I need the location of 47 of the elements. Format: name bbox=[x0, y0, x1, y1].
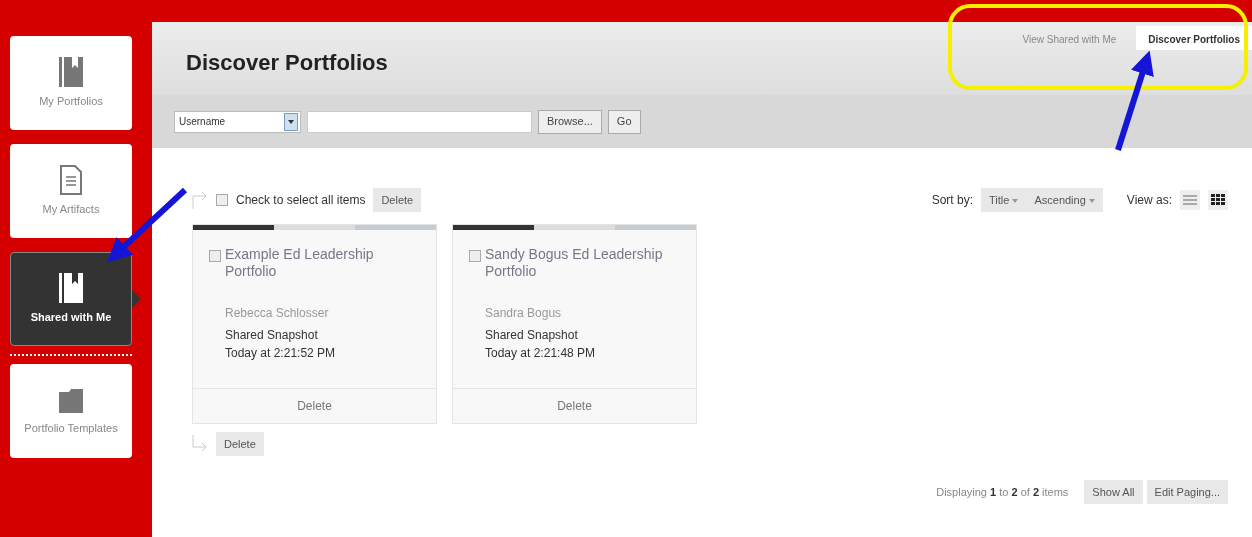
delete-button[interactable]: Delete bbox=[373, 188, 422, 212]
share-type: Shared Snapshot bbox=[225, 326, 319, 344]
sort-dropdown[interactable]: Title bbox=[981, 188, 1027, 212]
owner-name: Sandra Bogus bbox=[485, 304, 563, 322]
view-list-button[interactable] bbox=[1180, 190, 1200, 210]
document-icon bbox=[60, 165, 82, 196]
delete-button[interactable]: Delete bbox=[193, 388, 436, 423]
folder-icon bbox=[57, 386, 85, 415]
checkbox[interactable] bbox=[209, 250, 221, 262]
sidebar-item[interactable]: Portfolio Templates bbox=[10, 364, 132, 458]
page-title: Discover Portfolios bbox=[186, 49, 388, 77]
caret-icon bbox=[1088, 198, 1095, 203]
checkbox[interactable] bbox=[216, 194, 228, 206]
toolbar-button[interactable]: Browse... bbox=[538, 109, 602, 134]
connector-icon bbox=[192, 435, 208, 453]
share-type: Shared Snapshot bbox=[485, 326, 579, 344]
share-time: Today at 2:21:48 PM bbox=[485, 344, 597, 362]
view-label: View as: bbox=[1126, 192, 1172, 209]
toolbar-button[interactable]: Go bbox=[607, 109, 641, 134]
selection-pointer bbox=[132, 290, 141, 308]
book-icon bbox=[59, 273, 83, 304]
grid-icon bbox=[1210, 194, 1226, 206]
caret-icon bbox=[1012, 198, 1019, 203]
sidebar-item[interactable]: Shared with Me bbox=[10, 252, 132, 346]
view-grid-button[interactable] bbox=[1208, 190, 1228, 210]
connector-icon bbox=[192, 191, 208, 209]
share-time: Today at 2:21:52 PM bbox=[225, 344, 337, 362]
delete-button[interactable]: Delete bbox=[453, 388, 696, 423]
checkbox[interactable] bbox=[469, 250, 481, 262]
caret-icon bbox=[288, 119, 294, 124]
portfolio-title-link[interactable]: Sandy Bogus Ed Leadership Portfolio bbox=[485, 246, 680, 280]
select-all-label: Check to select all items bbox=[236, 192, 366, 209]
sidebar-item[interactable]: My Artifacts bbox=[10, 144, 132, 238]
paging-button[interactable]: Edit Paging... bbox=[1146, 480, 1228, 504]
sort-dropdown[interactable]: Ascending bbox=[1026, 188, 1103, 212]
owner-name: Rebecca Schlosser bbox=[225, 304, 330, 322]
field-dropdown[interactable]: Username bbox=[174, 110, 301, 133]
list-icon bbox=[1183, 194, 1197, 206]
tab[interactable]: Discover Portfolios bbox=[1136, 26, 1252, 50]
search-field[interactable] bbox=[307, 110, 532, 133]
sort-label: Sort by: bbox=[931, 192, 973, 209]
sidebar-item[interactable]: My Portfolios bbox=[10, 36, 132, 130]
portfolio-title-link[interactable]: Example Ed Leadership Portfolio bbox=[225, 246, 420, 280]
delete-button[interactable]: Delete bbox=[216, 432, 264, 456]
paging-button[interactable]: Show All bbox=[1084, 480, 1143, 504]
book-icon bbox=[59, 57, 83, 88]
paging-summary: Displaying 1 to 2 of 2 items bbox=[936, 484, 1069, 500]
